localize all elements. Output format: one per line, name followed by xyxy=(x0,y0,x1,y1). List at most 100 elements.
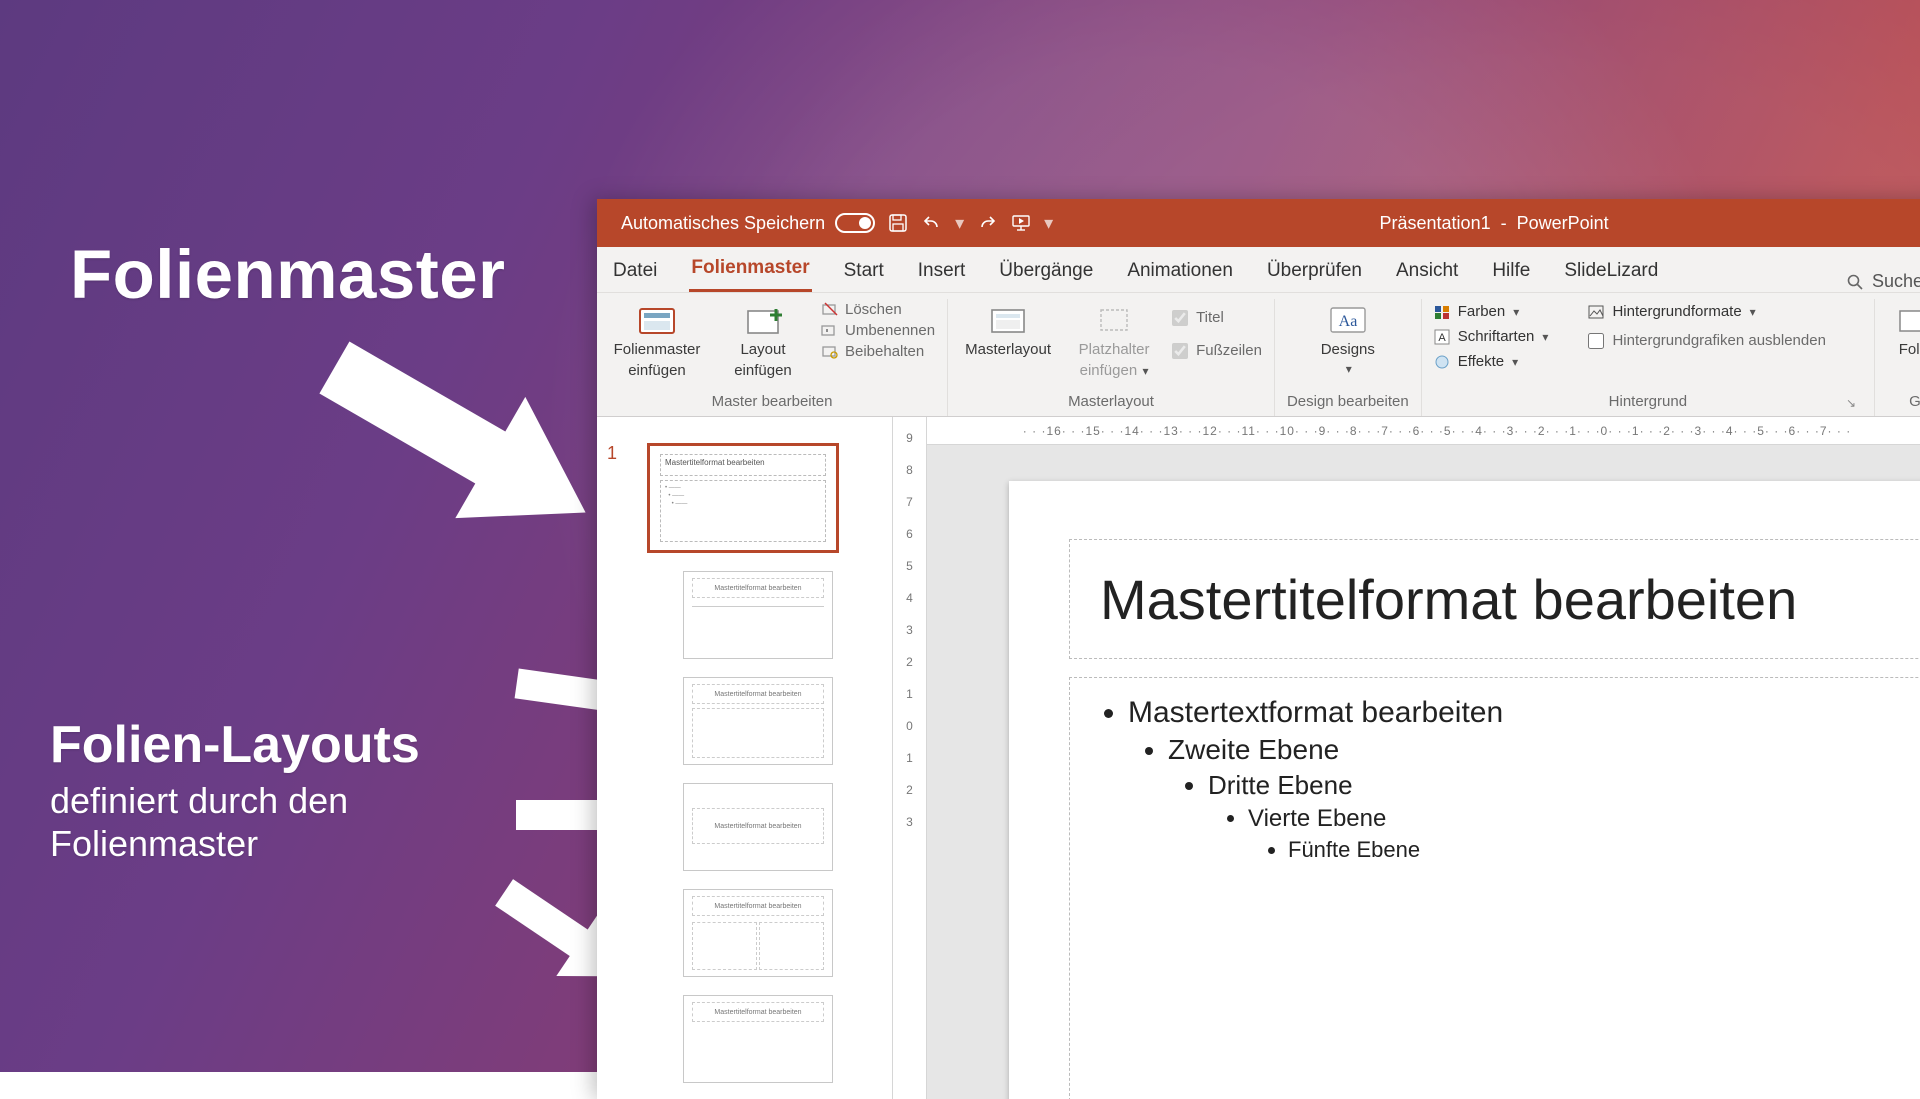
group-background: Farben ▾ A Schriftarten ▾ Effekte ▾ Hint… xyxy=(1422,299,1875,416)
chevron-down-icon: ▾ xyxy=(1139,364,1148,378)
master-thumbnail[interactable]: Mastertitelformat bearbeiten • —— • —— •… xyxy=(647,443,839,553)
bullet-level-3: Dritte Ebene xyxy=(1208,770,1353,800)
layout-thumbnail[interactable]: Mastertitelformat bearbeiten xyxy=(683,889,833,977)
annotation-folienmaster: Folienmaster xyxy=(70,235,505,314)
chevron-down-icon: ▾ xyxy=(1346,362,1352,376)
slide-thumbnails-pane[interactable]: 1 Mastertitelformat bearbeiten • —— • ——… xyxy=(597,417,893,1099)
master-thumb-body: • —— • —— • —— xyxy=(660,480,826,542)
vertical-ruler: 9876543210123 xyxy=(893,417,927,1099)
horizontal-ruler: · · ·16· · ·15· · ·14· · ·13· · ·12· · ·… xyxy=(927,417,1920,445)
layout-thumb-title: Mastertitelformat bearbeiten xyxy=(692,1002,824,1022)
delete-layout-button[interactable]: Löschen xyxy=(821,301,935,318)
insert-slide-master-icon xyxy=(636,303,678,337)
undo-dropdown-icon[interactable]: ▾ xyxy=(955,213,964,234)
bullet-level-2: Zweite Ebene xyxy=(1168,734,1339,765)
chevron-down-icon: ▾ xyxy=(1750,305,1756,319)
arrow-to-master-icon xyxy=(295,330,625,550)
tab-slidelizard[interactable]: SlideLizard xyxy=(1562,250,1660,292)
search-box[interactable]: Suchen xyxy=(1846,271,1920,292)
chevron-down-icon: ▾ xyxy=(1512,355,1518,369)
tab-review[interactable]: Überprüfen xyxy=(1265,250,1364,292)
autosave-toggle-switch[interactable] xyxy=(835,213,875,233)
slide-size-button[interactable]: Folie xyxy=(1887,301,1920,358)
layout-thumbnail[interactable]: Mastertitelformat bearbeiten xyxy=(683,995,833,1083)
title-placeholder[interactable]: Mastertitelformat bearbeiten xyxy=(1069,539,1920,659)
delete-icon xyxy=(821,302,839,318)
ribbon: Folienmaster einfügen Layout einfügen Lö… xyxy=(597,293,1920,417)
themes-icon: Aa xyxy=(1327,303,1369,337)
hide-bg-graphics-checkbox[interactable]: Hintergrundgrafiken ausblenden xyxy=(1588,332,1825,349)
layout-thumbnail[interactable]: Mastertitelformat bearbeiten xyxy=(683,783,833,871)
start-from-beginning-icon[interactable] xyxy=(1010,212,1032,234)
layout-thumbnail[interactable]: Mastertitelformat bearbeiten xyxy=(683,677,833,765)
layout-thumb-title: Mastertitelformat bearbeiten xyxy=(692,808,824,844)
tab-insert[interactable]: Insert xyxy=(916,250,968,292)
workspace: 1 Mastertitelformat bearbeiten • —— • ——… xyxy=(597,417,1920,1099)
title-bar: Automatisches Speichern ▾ ▾ Präsentation… xyxy=(597,199,1920,247)
slide-size-icon xyxy=(1894,303,1920,337)
tab-file[interactable]: Datei xyxy=(611,250,659,292)
effects-menu[interactable]: Effekte ▾ xyxy=(1434,353,1549,370)
bullet-level-1: Mastertextformat bearbeiten xyxy=(1128,696,1503,729)
tab-animations[interactable]: Animationen xyxy=(1125,250,1235,292)
chevron-down-icon: ▾ xyxy=(1542,330,1548,344)
svg-text:A: A xyxy=(1438,332,1446,344)
rename-button[interactable]: Umbenennen xyxy=(821,322,935,339)
annotation-layouts: Folien-Layouts definiert durch den Folie… xyxy=(50,715,420,865)
master-layout-button[interactable]: Masterlayout xyxy=(960,301,1056,358)
master-layout-icon xyxy=(987,303,1029,337)
preserve-icon xyxy=(821,344,839,360)
qat-customize-icon[interactable]: ▾ xyxy=(1044,213,1053,234)
insert-slide-master-button[interactable]: Folienmaster einfügen xyxy=(609,301,705,379)
search-icon xyxy=(1846,273,1864,291)
annotation-layouts-title: Folien-Layouts xyxy=(50,715,420,775)
group-design-edit: Aa Designs ▾ Design bearbeiten xyxy=(1275,299,1422,416)
tab-slide-master[interactable]: Folienmaster xyxy=(689,247,811,292)
layout-thumb-title: Mastertitelformat bearbeiten xyxy=(692,896,824,916)
group-label-background: Hintergrund ↘ xyxy=(1434,389,1862,416)
master-slide-canvas[interactable]: Mastertitelformat bearbeiten Mastertextf… xyxy=(1009,481,1920,1099)
save-icon[interactable] xyxy=(887,212,909,234)
footer-checkbox[interactable]: Fußzeilen xyxy=(1172,342,1262,359)
tab-transitions[interactable]: Übergänge xyxy=(997,250,1095,292)
insert-placeholder-button[interactable]: Platzhalter einfügen ▾ xyxy=(1066,301,1162,379)
tab-start[interactable]: Start xyxy=(842,250,886,292)
layout-thumb-title: Mastertitelformat bearbeiten xyxy=(692,578,824,598)
fonts-icon: A xyxy=(1434,329,1452,345)
group-label-masterlayout: Masterlayout xyxy=(960,389,1262,416)
group-size: Folie G xyxy=(1875,299,1920,416)
powerpoint-window: Automatisches Speichern ▾ ▾ Präsentation… xyxy=(597,199,1920,1099)
insert-layout-button[interactable]: Layout einfügen xyxy=(715,301,811,379)
title-checkbox[interactable]: Titel xyxy=(1172,309,1262,326)
content-placeholder[interactable]: Mastertextformat bearbeiten Zweite Ebene… xyxy=(1069,677,1920,1099)
annotation-layouts-sub: definiert durch den Folienmaster xyxy=(50,779,420,865)
chevron-down-icon: ▾ xyxy=(1513,305,1519,319)
bullet-level-5: Fünfte Ebene xyxy=(1288,837,1420,862)
colors-menu[interactable]: Farben ▾ xyxy=(1434,303,1549,320)
effects-icon xyxy=(1434,354,1452,370)
group-label-master-edit: Master bearbeiten xyxy=(609,389,935,416)
svg-text:Aa: Aa xyxy=(1338,313,1357,330)
fonts-menu[interactable]: A Schriftarten ▾ xyxy=(1434,328,1549,345)
background-styles-menu[interactable]: Hintergrundformate ▾ xyxy=(1588,303,1825,320)
slide-edit-area[interactable]: · · ·16· · ·15· · ·14· · ·13· · ·12· · ·… xyxy=(927,417,1920,1099)
autosave-toggle[interactable]: Automatisches Speichern xyxy=(621,213,875,234)
redo-icon[interactable] xyxy=(976,212,998,234)
tab-help[interactable]: Hilfe xyxy=(1490,250,1532,292)
group-label-design-edit: Design bearbeiten xyxy=(1287,389,1409,416)
dialog-launcher-icon[interactable]: ↘ xyxy=(1846,396,1856,410)
preserve-button[interactable]: Beibehalten xyxy=(821,343,935,360)
colors-icon xyxy=(1434,304,1452,320)
bullet-level-4: Vierte Ebene xyxy=(1248,805,1386,832)
insert-layout-icon xyxy=(742,303,784,337)
layout-thumbnail[interactable]: Mastertitelformat bearbeiten xyxy=(683,571,833,659)
themes-button[interactable]: Aa Designs ▾ xyxy=(1300,301,1396,376)
placeholder-icon xyxy=(1093,303,1135,337)
ribbon-tabs: Datei Folienmaster Start Insert Übergäng… xyxy=(597,247,1920,293)
tab-view[interactable]: Ansicht xyxy=(1394,250,1460,292)
window-title: Präsentation1 - PowerPoint xyxy=(1065,213,1920,234)
background-styles-icon xyxy=(1588,304,1606,320)
undo-icon[interactable] xyxy=(921,212,943,234)
group-master-edit: Folienmaster einfügen Layout einfügen Lö… xyxy=(597,299,948,416)
group-label-size: G xyxy=(1887,389,1920,416)
